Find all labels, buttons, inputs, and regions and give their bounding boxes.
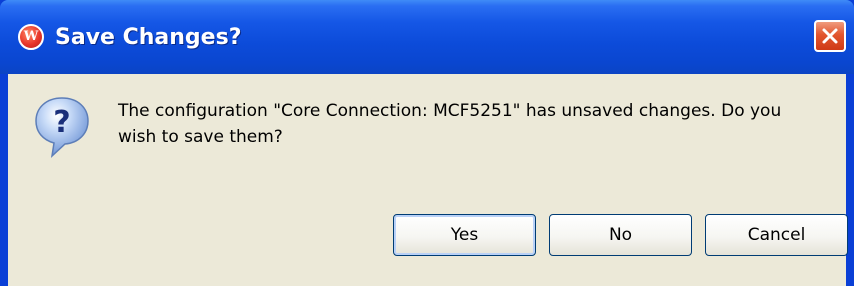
app-logo-w-icon: W xyxy=(18,24,44,50)
title-bar[interactable]: W Save Changes? xyxy=(0,0,854,74)
save-changes-dialog: W Save Changes? ? The configuration "Cor… xyxy=(0,0,854,286)
yes-button[interactable]: Yes xyxy=(393,214,536,256)
close-icon xyxy=(822,28,838,44)
svg-text:?: ? xyxy=(53,105,70,140)
dialog-message: The configuration "Core Connection: MCF5… xyxy=(118,101,782,147)
close-button[interactable] xyxy=(814,20,846,52)
no-button[interactable]: No xyxy=(549,214,692,256)
question-icon: ? xyxy=(32,94,92,164)
dialog-title: Save Changes? xyxy=(55,25,242,50)
cancel-button[interactable]: Cancel xyxy=(705,214,848,256)
